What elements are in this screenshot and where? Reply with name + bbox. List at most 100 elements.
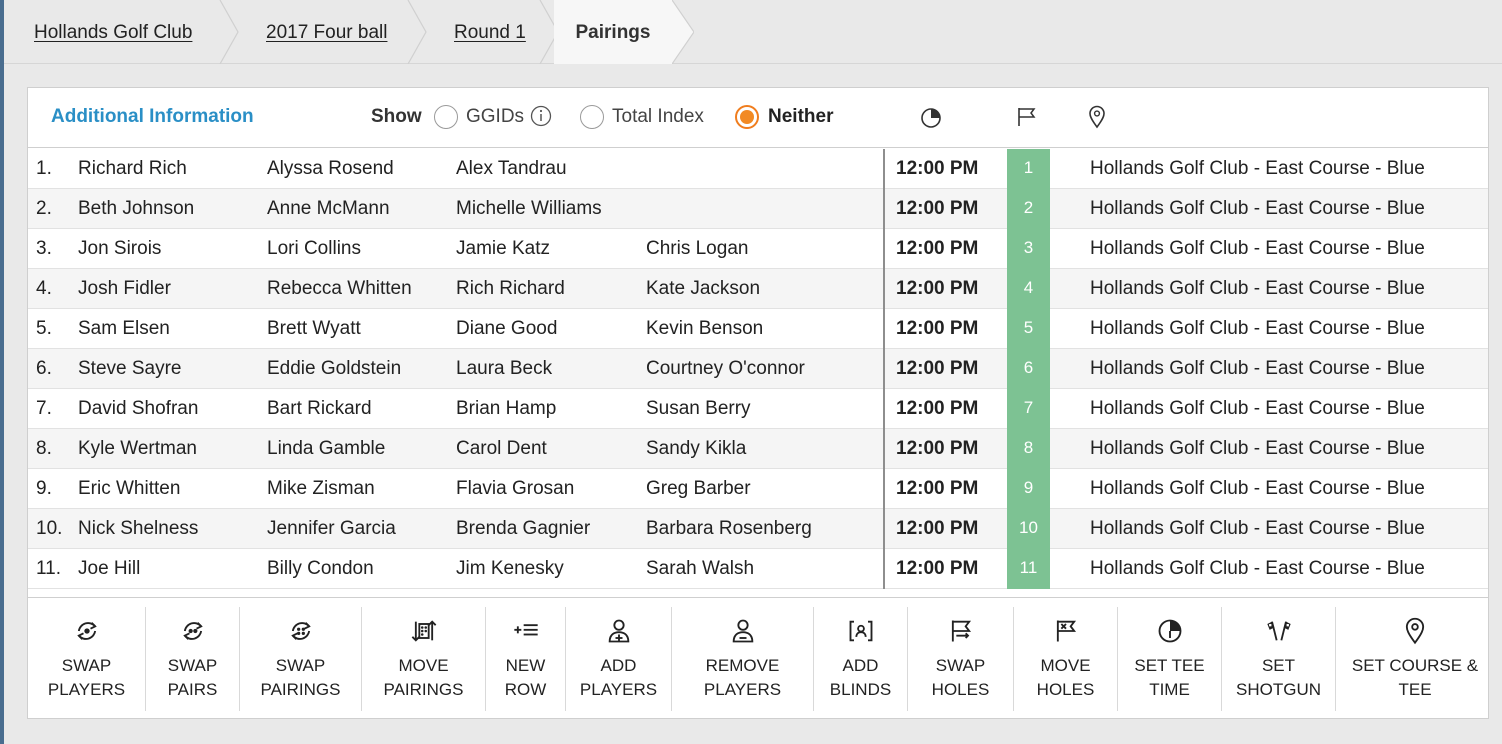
pairing-row[interactable]: 7. David Shofran Bart Rickard Brian Hamp Sus… [28, 389, 1488, 429]
player-name[interactable]: Jon Sirois [78, 229, 161, 269]
breadcrumb-club-link[interactable]: Hollands Golf Club [34, 22, 192, 43]
tee-time[interactable]: 12:00 PM [896, 149, 978, 189]
course-tee[interactable]: Hollands Golf Club - East Course - Blue [1090, 469, 1425, 509]
pairing-row[interactable]: 3. Jon Sirois Lori Collins Jamie Katz Chris … [28, 229, 1488, 269]
player-name[interactable]: Josh Fidler [78, 269, 171, 309]
player-name[interactable]: Beth Johnson [78, 189, 194, 229]
tee-time[interactable]: 12:00 PM [896, 309, 978, 349]
hole-number[interactable]: 3 [1007, 229, 1050, 269]
player-name[interactable]: Sarah Walsh [646, 549, 754, 589]
player-name[interactable]: Sam Elsen [78, 309, 170, 349]
pairing-row[interactable]: 2. Beth Johnson Anne McMann Michelle Willia… [28, 189, 1488, 229]
player-name[interactable]: Steve Sayre [78, 349, 182, 389]
player-name[interactable]: Susan Berry [646, 389, 751, 429]
player-name[interactable]: Kevin Benson [646, 309, 763, 349]
player-name[interactable]: Diane Good [456, 309, 557, 349]
set-shotgun-button[interactable]: SET SHOTGUN [1222, 607, 1336, 711]
radio-total-index-label[interactable]: Total Index [612, 106, 704, 128]
hole-number[interactable]: 8 [1007, 429, 1050, 469]
tee-time[interactable]: 12:00 PM [896, 189, 978, 229]
hole-number[interactable]: 9 [1007, 469, 1050, 509]
add-blinds-button[interactable]: ADD BLINDS [814, 607, 908, 711]
player-name[interactable]: Chris Logan [646, 229, 748, 269]
player-name[interactable]: David Shofran [78, 389, 198, 429]
player-name[interactable]: Richard Rich [78, 149, 187, 189]
course-tee[interactable]: Hollands Golf Club - East Course - Blue [1090, 269, 1425, 309]
hole-number[interactable]: 6 [1007, 349, 1050, 389]
breadcrumb-round-link[interactable]: Round 1 [454, 22, 526, 43]
player-name[interactable]: Eric Whitten [78, 469, 180, 509]
player-name[interactable]: Laura Beck [456, 349, 552, 389]
pairing-row[interactable]: 1. Richard Rich Alyssa Rosend Alex Tandrau 1… [28, 149, 1488, 189]
tee-time[interactable]: 12:00 PM [896, 429, 978, 469]
move-holes-button[interactable]: MOVE HOLES [1014, 607, 1118, 711]
player-name[interactable]: Linda Gamble [267, 429, 385, 469]
hole-number[interactable]: 2 [1007, 189, 1050, 229]
player-name[interactable]: Eddie Goldstein [267, 349, 401, 389]
player-name[interactable]: Sandy Kikla [646, 429, 746, 469]
player-name[interactable]: Brett Wyatt [267, 309, 361, 349]
swap-pairs-button[interactable]: SWAP PAIRS [146, 607, 240, 711]
radio-neither-label[interactable]: Neither [768, 106, 833, 128]
player-name[interactable]: Carol Dent [456, 429, 547, 469]
course-tee[interactable]: Hollands Golf Club - East Course - Blue [1090, 389, 1425, 429]
pairing-row[interactable]: 10. Nick Shelness Jennifer Garcia Brenda Ga… [28, 509, 1488, 549]
tee-time[interactable]: 12:00 PM [896, 469, 978, 509]
radio-total-index[interactable] [580, 105, 604, 129]
pairing-row[interactable]: 8. Kyle Wertman Linda Gamble Carol Dent Sand… [28, 429, 1488, 469]
set-tee-time-button[interactable]: SET TEE TIME [1118, 607, 1222, 711]
tee-time[interactable]: 12:00 PM [896, 549, 978, 589]
move-pairings-button[interactable]: MOVE PAIRINGS [362, 607, 486, 711]
player-name[interactable]: Jim Kenesky [456, 549, 564, 589]
radio-ggids-label[interactable]: GGIDs [466, 106, 524, 128]
hole-number[interactable]: 4 [1007, 269, 1050, 309]
player-name[interactable]: Rebecca Whitten [267, 269, 412, 309]
player-name[interactable]: Courtney O'connor [646, 349, 805, 389]
tee-time[interactable]: 12:00 PM [896, 509, 978, 549]
player-name[interactable]: Jennifer Garcia [267, 509, 396, 549]
player-name[interactable]: Rich Richard [456, 269, 565, 309]
player-name[interactable]: Nick Shelness [78, 509, 198, 549]
course-tee[interactable]: Hollands Golf Club - East Course - Blue [1090, 149, 1425, 189]
hole-number[interactable]: 7 [1007, 389, 1050, 429]
radio-neither[interactable] [735, 105, 759, 129]
swap-pairings-button[interactable]: SWAP PAIRINGS [240, 607, 362, 711]
course-tee[interactable]: Hollands Golf Club - East Course - Blue [1090, 229, 1425, 269]
hole-number[interactable]: 11 [1007, 549, 1050, 589]
info-icon[interactable] [530, 105, 552, 127]
add-players-button[interactable]: ADD PLAYERS [566, 607, 672, 711]
player-name[interactable]: Kyle Wertman [78, 429, 197, 469]
course-tee[interactable]: Hollands Golf Club - East Course - Blue [1090, 349, 1425, 389]
pairing-row[interactable]: 4. Josh Fidler Rebecca Whitten Rich Richard… [28, 269, 1488, 309]
player-name[interactable]: Flavia Grosan [456, 469, 574, 509]
set-course-tee-button[interactable]: SET COURSE & TEE [1336, 607, 1494, 711]
player-name[interactable]: Joe Hill [78, 549, 140, 589]
pairing-row[interactable]: 9. Eric Whitten Mike Zisman Flavia Grosan Gr… [28, 469, 1488, 509]
remove-players-button[interactable]: REMOVE PLAYERS [672, 607, 814, 711]
pairing-row[interactable]: 6. Steve Sayre Eddie Goldstein Laura Beck Co… [28, 349, 1488, 389]
player-name[interactable]: Jamie Katz [456, 229, 550, 269]
course-tee[interactable]: Hollands Golf Club - East Course - Blue [1090, 429, 1425, 469]
player-name[interactable]: Greg Barber [646, 469, 751, 509]
player-name[interactable]: Lori Collins [267, 229, 361, 269]
breadcrumb-event[interactable]: 2017 Four ball [266, 0, 387, 64]
tee-time[interactable]: 12:00 PM [896, 349, 978, 389]
tee-time[interactable]: 12:00 PM [896, 269, 978, 309]
new-row-button[interactable]: NEW ROW [486, 607, 566, 711]
breadcrumb-round[interactable]: Round 1 [454, 0, 526, 64]
radio-ggids[interactable] [434, 105, 458, 129]
player-name[interactable]: Alex Tandrau [456, 149, 567, 189]
hole-number[interactable]: 5 [1007, 309, 1050, 349]
player-name[interactable]: Brian Hamp [456, 389, 556, 429]
player-name[interactable]: Brenda Gagnier [456, 509, 590, 549]
course-tee[interactable]: Hollands Golf Club - East Course - Blue [1090, 549, 1425, 589]
tee-time[interactable]: 12:00 PM [896, 389, 978, 429]
swap-holes-button[interactable]: SWAP HOLES [908, 607, 1014, 711]
player-name[interactable]: Bart Rickard [267, 389, 372, 429]
swap-players-button[interactable]: SWAP PLAYERS [28, 607, 146, 711]
tee-time[interactable]: 12:00 PM [896, 229, 978, 269]
course-tee[interactable]: Hollands Golf Club - East Course - Blue [1090, 509, 1425, 549]
player-name[interactable]: Michelle Williams [456, 189, 602, 229]
player-name[interactable]: Barbara Rosenberg [646, 509, 812, 549]
pairing-row[interactable]: 11. Joe Hill Billy Condon Jim Kenesky Sarah … [28, 549, 1488, 589]
